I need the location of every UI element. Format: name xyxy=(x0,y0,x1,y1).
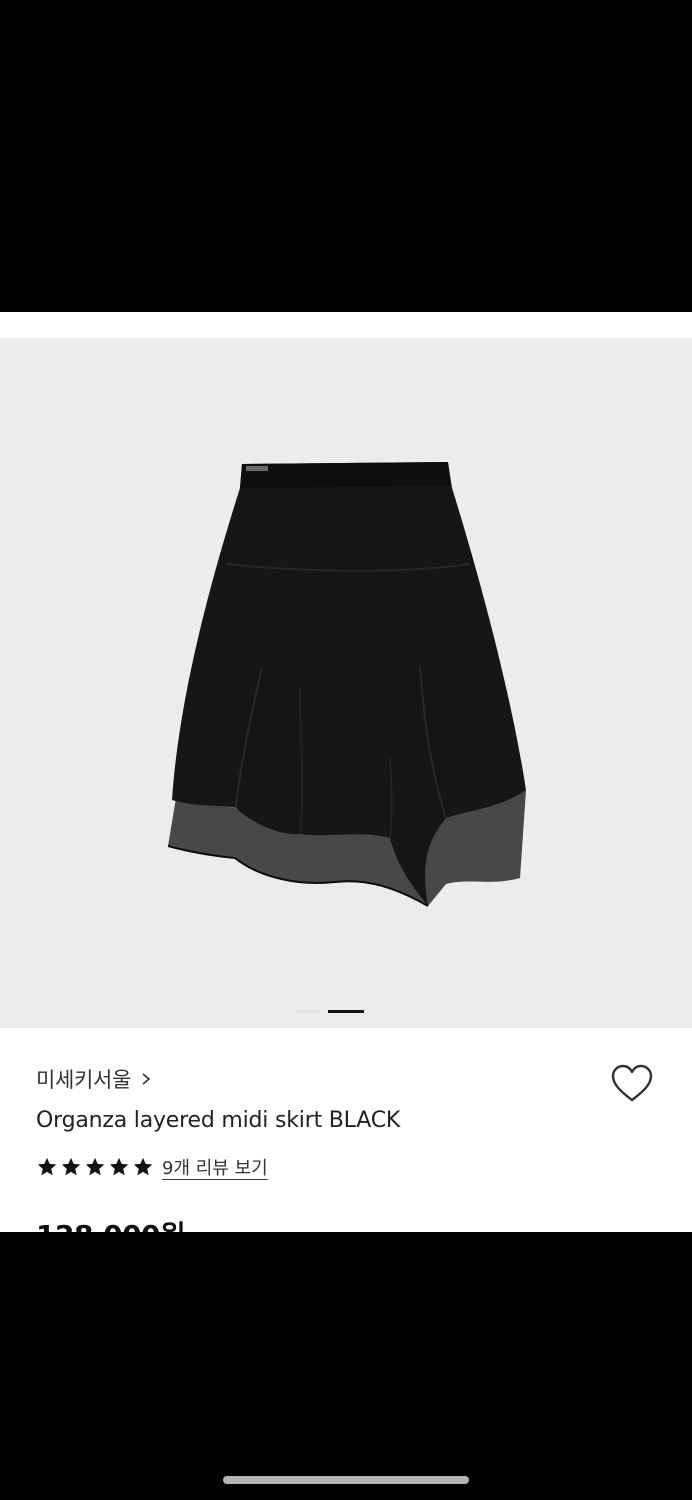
bottom-letterbox xyxy=(0,1232,692,1500)
rating-row: 9개 리뷰 보기 xyxy=(36,1154,268,1180)
product-image xyxy=(167,462,526,907)
star-icon xyxy=(133,1157,153,1176)
carousel-dot-active xyxy=(328,1010,364,1013)
brand-link[interactable]: 미세키서울 xyxy=(36,1064,153,1094)
star-icon xyxy=(109,1157,129,1176)
star-icon xyxy=(61,1157,81,1176)
product-info: 미세키서울 Organza layered midi skirt BLACK 9… xyxy=(0,1028,692,1232)
top-letterbox xyxy=(0,0,692,312)
carousel-indicator xyxy=(0,1008,692,1014)
review-link[interactable]: 9개 리뷰 보기 xyxy=(162,1154,268,1180)
product-title: Organza layered midi skirt BLACK xyxy=(36,1108,401,1133)
heart-icon[interactable] xyxy=(610,1064,654,1104)
star-icon xyxy=(85,1157,105,1176)
home-indicator[interactable] xyxy=(223,1476,469,1484)
chevron-right-icon xyxy=(142,1073,151,1085)
brand-name: 미세키서울 xyxy=(36,1068,132,1092)
product-detail-sheet: 미세키서울 Organza layered midi skirt BLACK 9… xyxy=(0,312,692,1232)
product-image-carousel[interactable] xyxy=(0,338,692,1028)
carousel-dot-inactive xyxy=(296,1010,320,1013)
star-rating xyxy=(36,1156,154,1178)
star-icon xyxy=(37,1157,57,1176)
product-price: 128,000원 xyxy=(36,1214,186,1232)
